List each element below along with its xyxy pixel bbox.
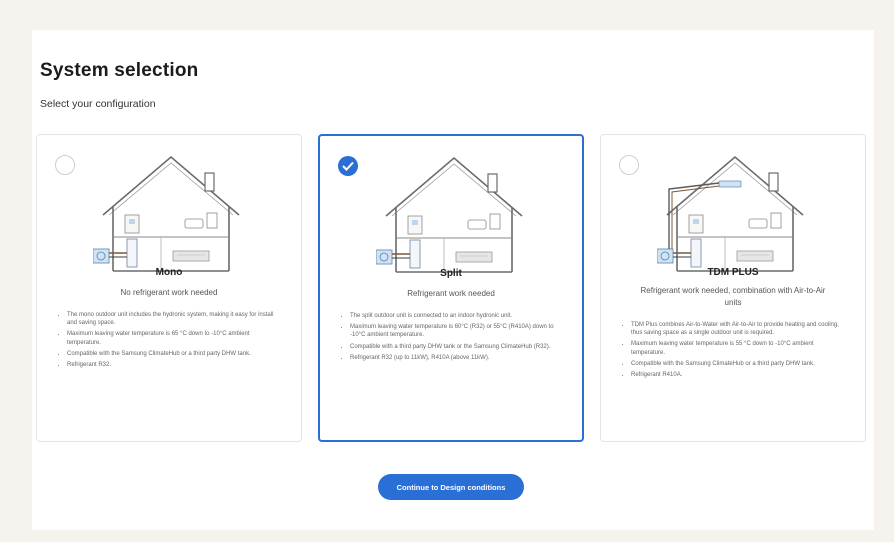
page-subtitle: Select your configuration bbox=[40, 98, 156, 110]
check-icon bbox=[342, 161, 354, 171]
card-name: Split bbox=[440, 268, 462, 279]
card-description: Refrigerant work needed bbox=[407, 289, 495, 298]
tdm-plus-system-illustration bbox=[657, 156, 804, 272]
feature-item: The split outdoor unit is connected to a… bbox=[350, 312, 566, 320]
feature-list: The split outdoor unit is connected to a… bbox=[340, 312, 566, 365]
split-system-illustration bbox=[376, 157, 523, 273]
feature-item: Compatible with the Samsung ClimateHub o… bbox=[631, 360, 849, 368]
feature-item: Refrigerant R410A. bbox=[631, 371, 849, 379]
radio-tdm-plus[interactable] bbox=[619, 155, 639, 175]
feature-item: Maximum leaving water temperature is 55 … bbox=[631, 340, 849, 356]
option-card-split[interactable]: Split Refrigerant work needed The split … bbox=[318, 134, 584, 442]
option-card-mono[interactable]: Mono No refrigerant work needed The mono… bbox=[36, 134, 302, 442]
card-name: TDM PLUS bbox=[707, 267, 759, 278]
configuration-panel: System selection Select your configurati… bbox=[32, 30, 874, 530]
mono-system-illustration bbox=[93, 156, 240, 272]
feature-item: Maximum leaving water temperature is 60°… bbox=[350, 323, 566, 339]
continue-button[interactable]: Continue to Design conditions bbox=[378, 474, 524, 500]
card-description: No refrigerant work needed bbox=[120, 288, 218, 297]
page-title: System selection bbox=[40, 60, 199, 81]
feature-item: Refrigerant R32 (up to 11kW), R410A (abo… bbox=[350, 354, 566, 362]
feature-list: The mono outdoor unit includes the hydro… bbox=[57, 311, 285, 372]
card-description: Refrigerant work needed, combination wit… bbox=[640, 286, 826, 307]
radio-mono[interactable] bbox=[55, 155, 75, 175]
radio-split-checked[interactable] bbox=[338, 156, 358, 176]
feature-item: Refrigerant R32. bbox=[67, 361, 285, 369]
feature-list: TDM Plus combines Air-to-Water with Air-… bbox=[621, 321, 849, 382]
feature-item: Maximum leaving water temperature is 65 … bbox=[67, 330, 285, 346]
feature-item: Compatible with a third party DHW tank o… bbox=[350, 343, 566, 351]
card-name: Mono bbox=[155, 267, 183, 278]
feature-item: The mono outdoor unit includes the hydro… bbox=[67, 311, 285, 327]
feature-item: Compatible with the Samsung ClimateHub o… bbox=[67, 350, 285, 358]
feature-item: TDM Plus combines Air-to-Water with Air-… bbox=[631, 321, 849, 337]
option-card-tdm-plus[interactable]: TDM PLUS Refrigerant work needed, combin… bbox=[600, 134, 866, 442]
